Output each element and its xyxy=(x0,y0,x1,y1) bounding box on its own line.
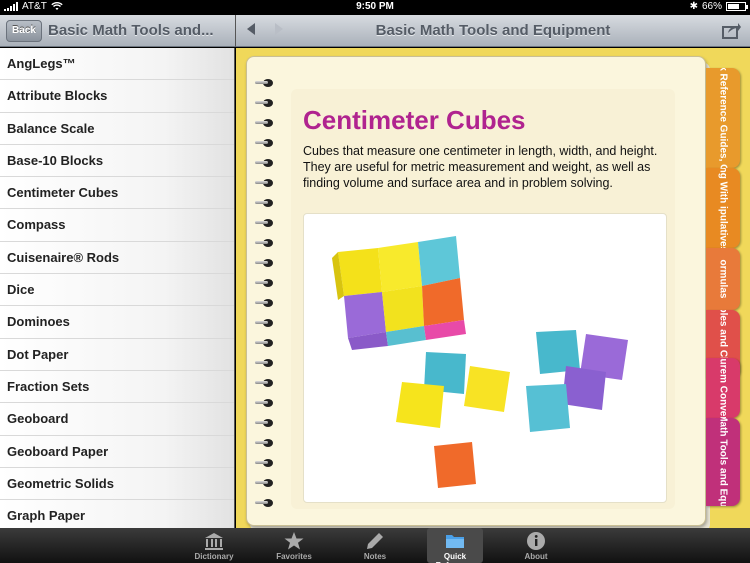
spiral-ring xyxy=(255,157,273,169)
tab-quick-reference[interactable]: Quick Reference Guides, Opera xyxy=(706,68,740,168)
loose-cubes xyxy=(396,330,628,488)
folder-icon xyxy=(446,535,464,548)
tab-about[interactable]: About xyxy=(508,528,564,563)
spiral-ring xyxy=(255,237,273,249)
spiral-ring xyxy=(255,397,273,409)
list-item[interactable]: Compass xyxy=(0,209,234,242)
battery-icon xyxy=(726,2,748,11)
spiral-ring xyxy=(255,477,273,489)
tab-bar: Dictionary Favorites Notes Quick Referen… xyxy=(0,528,750,563)
back-button[interactable]: Back xyxy=(6,20,42,42)
tab-notes-label: Notes xyxy=(363,552,387,561)
spiral-ring xyxy=(255,117,273,129)
spiral-ring xyxy=(255,217,273,229)
spiral-ring xyxy=(255,437,273,449)
pencil-icon xyxy=(367,533,383,549)
tab-quick-reference-label: Quick Reference xyxy=(436,552,475,563)
spiral-ring xyxy=(255,137,273,149)
tab-dictionary[interactable]: Dictionary xyxy=(186,528,242,563)
tab-quick-reference-bar[interactable]: Quick Reference xyxy=(427,528,483,563)
spiral-ring xyxy=(255,277,273,289)
tab-about-label: About xyxy=(524,552,548,561)
tab-favorites-label: Favorites xyxy=(276,552,312,561)
page-title-header: Basic Math Tools and Equipment xyxy=(375,22,611,39)
sidebar-title: Basic Math Tools and... xyxy=(48,22,214,39)
tab-formulas[interactable]: ormulas xyxy=(706,248,740,310)
tab-notes[interactable]: Notes xyxy=(347,528,403,563)
list-item[interactable]: Cuisenaire® Rods xyxy=(0,241,234,275)
content-area: Centimeter Cubes Cubes that measure one … xyxy=(236,48,750,528)
list-item[interactable]: Centimeter Cubes xyxy=(0,177,234,210)
list-item[interactable]: Geoboard Paper xyxy=(0,435,234,468)
info-icon xyxy=(527,532,545,550)
sidebar-header: Back Basic Math Tools and... xyxy=(0,15,236,47)
list-item[interactable]: AngLegs™ xyxy=(0,48,234,81)
list-item[interactable]: Geoboard xyxy=(0,403,234,436)
dictionary-icon xyxy=(205,533,223,550)
cubes-photo xyxy=(303,213,667,503)
list-item[interactable]: Base-10 Blocks xyxy=(0,144,234,178)
spiral-ring xyxy=(255,317,273,329)
bluetooth-icon: ✱ xyxy=(689,1,698,12)
cube-stack xyxy=(332,236,466,350)
spiral-ring xyxy=(255,77,273,89)
spiral-ring xyxy=(255,377,273,389)
notebook: Centimeter Cubes Cubes that measure one … xyxy=(246,56,706,526)
list-item[interactable]: Dice xyxy=(0,274,234,307)
page-description: Cubes that measure one centimeter in len… xyxy=(303,144,658,190)
spiral-ring xyxy=(255,337,273,349)
section-tabs: Quick Reference Guides, Opera ing With i… xyxy=(706,68,740,508)
status-right: ✱ 66% xyxy=(689,1,748,12)
list-item[interactable]: Graph Paper xyxy=(0,500,234,528)
list-item[interactable]: Fraction Sets xyxy=(0,370,234,404)
spiral-ring xyxy=(255,197,273,209)
tab-dictionary-label: Dictionary xyxy=(194,552,234,561)
spiral-binding xyxy=(247,77,275,517)
tab-basic-math-tools[interactable]: Basic Math Tools and Equipment xyxy=(706,418,740,506)
status-bar: AT&T 9:50 PM ✱ 66% xyxy=(0,0,750,15)
spiral-ring xyxy=(255,497,273,509)
spiral-ring xyxy=(255,297,273,309)
list-item[interactable]: Geometric Solids xyxy=(0,467,234,501)
list-item[interactable]: Dot Paper xyxy=(0,338,234,371)
list-item[interactable]: Dominoes xyxy=(0,306,234,339)
spiral-ring xyxy=(255,97,273,109)
share-icon[interactable] xyxy=(722,21,742,39)
spiral-ring xyxy=(255,357,273,369)
status-time: 9:50 PM xyxy=(356,1,394,12)
spiral-ring xyxy=(255,417,273,429)
star-icon xyxy=(284,532,304,550)
spiral-ring xyxy=(255,257,273,269)
spiral-ring xyxy=(255,457,273,469)
list-item[interactable]: Attribute Blocks xyxy=(0,80,234,113)
tab-manipulatives[interactable]: ing With ipulatives xyxy=(706,168,740,248)
page-title: Centimeter Cubes xyxy=(303,105,526,135)
tab-measurement[interactable]: asurem Conversi xyxy=(706,358,740,418)
tool-list: AngLegs™ Attribute Blocks Balance Scale … xyxy=(0,48,235,528)
battery-percent: 66% xyxy=(701,1,722,12)
tab-favorites[interactable]: Favorites xyxy=(266,528,322,563)
cubes-illustration xyxy=(332,236,628,488)
battery-fill xyxy=(728,4,739,9)
content-header: Basic Math Tools and Equipment xyxy=(236,15,750,47)
spiral-ring xyxy=(255,177,273,189)
list-item[interactable]: Balance Scale xyxy=(0,112,234,145)
